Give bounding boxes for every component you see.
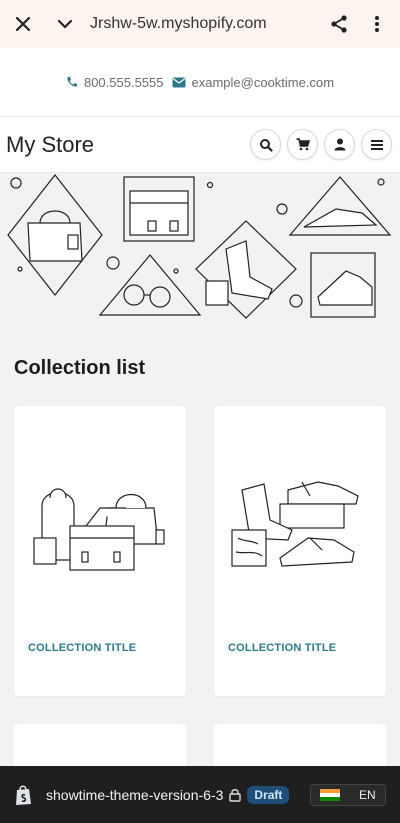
collection-card[interactable]: COLLECTION TITLE [14, 406, 186, 696]
locale-selector[interactable]: EN [310, 783, 386, 806]
cart-icon [296, 138, 310, 151]
section-title: Collection list [14, 357, 146, 379]
search-button[interactable] [250, 129, 281, 160]
shopify-preview-bar: showtime-theme-version-6-3 Draft EN [0, 766, 400, 823]
phone-link[interactable]: 800.555.5555 [66, 75, 164, 90]
collection-card[interactable]: COLLECTION TITLE [214, 406, 386, 696]
menu-button[interactable] [361, 129, 392, 160]
share-icon[interactable] [324, 9, 354, 39]
close-icon[interactable] [8, 9, 38, 39]
url-text[interactable]: Jrshw-5w.myshopify.com [80, 15, 324, 33]
accessories-illustration [7, 174, 392, 319]
shopify-bag-icon[interactable] [14, 784, 34, 806]
store-title[interactable]: My Store [6, 132, 244, 158]
lock-icon [229, 788, 242, 802]
account-icon [334, 138, 345, 151]
menu-icon [370, 139, 383, 150]
bags-illustration [33, 488, 165, 571]
collection-title[interactable]: COLLECTION TITLE [28, 642, 136, 654]
status-badge: Draft [247, 785, 290, 804]
account-button[interactable] [324, 129, 355, 160]
search-icon [259, 138, 273, 152]
chevron-down-icon[interactable] [50, 9, 80, 39]
browser-toolbar: Jrshw-5w.myshopify.com [0, 0, 400, 48]
email-address: example@cooktime.com [191, 74, 335, 90]
shoes-illustration [231, 481, 359, 567]
hero-illustration [0, 173, 400, 333]
email-link[interactable]: example@cooktime.com [172, 74, 335, 90]
india-flag-icon [320, 788, 341, 801]
locale-code: EN [358, 787, 376, 802]
store-header: My Store [0, 116, 400, 173]
phone-number: 800.555.5555 [83, 74, 164, 90]
collection-grid: COLLECTION TITLE COLLECTION TITLE [0, 406, 400, 696]
collection-title[interactable]: COLLECTION TITLE [228, 642, 336, 654]
contact-bar: 800.555.5555 example@cooktime.com [0, 48, 400, 116]
glasses-triangle-shape [98, 254, 202, 316]
store-name: showtime-theme-version-6-3 [46, 786, 224, 803]
cart-button[interactable] [287, 129, 318, 160]
more-vert-icon[interactable] [362, 9, 392, 39]
phone-icon [67, 77, 77, 87]
mail-icon [172, 77, 185, 87]
